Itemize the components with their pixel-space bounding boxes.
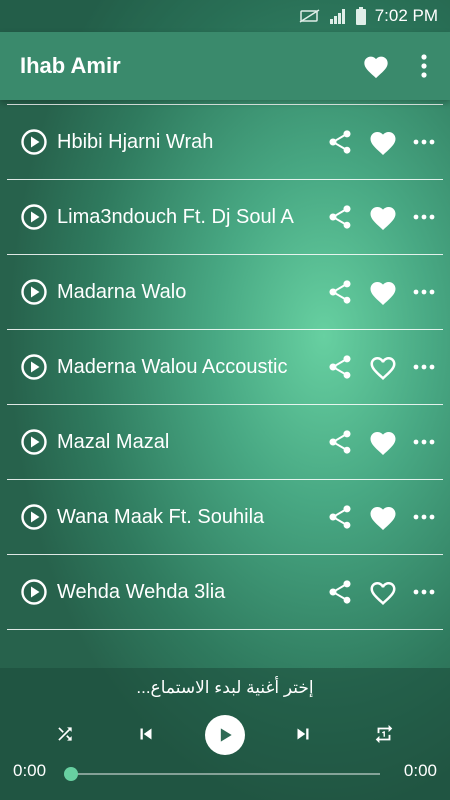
play-circle-icon[interactable] xyxy=(21,279,47,305)
more-horiz-icon[interactable] xyxy=(412,588,436,596)
song-row[interactable]: Wana Maak Ft. Souhila xyxy=(7,480,443,555)
heart-filled-icon[interactable] xyxy=(368,428,398,456)
elapsed-time: 0:00 xyxy=(13,761,47,780)
play-icon xyxy=(220,728,232,742)
app-toolbar: Ihab Amir xyxy=(0,32,450,100)
song-row[interactable]: Hbibi Hjarni Wrah xyxy=(7,105,443,180)
page-title: Ihab Amir xyxy=(20,53,121,78)
song-title: Madarna Walo xyxy=(57,280,187,303)
song-row[interactable]: Wehda Wehda 3lia xyxy=(7,555,443,630)
heart-outline-icon[interactable] xyxy=(368,578,398,606)
more-horiz-icon[interactable] xyxy=(412,363,436,371)
player-prompt: إختر أغنية لبدء الاستماع... xyxy=(136,678,314,697)
song-title: Wana Maak Ft. Souhila xyxy=(57,505,265,528)
song-actions xyxy=(326,330,443,404)
favorites-button[interactable] xyxy=(356,46,396,86)
song-title: Wehda Wehda 3lia xyxy=(57,580,226,603)
seek-bar[interactable] xyxy=(70,773,380,775)
song-actions xyxy=(326,255,443,329)
share-icon[interactable] xyxy=(326,503,354,531)
heart-outline-icon[interactable] xyxy=(368,353,398,381)
share-icon[interactable] xyxy=(326,353,354,381)
signal-icon xyxy=(329,8,347,24)
more-horiz-icon[interactable] xyxy=(412,138,436,146)
repeat-button[interactable] xyxy=(366,716,402,752)
skip-next-icon xyxy=(297,728,309,740)
heart-filled-icon[interactable] xyxy=(368,278,398,306)
play-circle-icon[interactable] xyxy=(21,579,47,605)
song-title: Maderna Walou Accoustic xyxy=(57,355,288,378)
share-icon[interactable] xyxy=(326,578,354,606)
song-title: Hbibi Hjarni Wrah xyxy=(57,130,214,153)
more-horiz-icon[interactable] xyxy=(412,213,436,221)
play-circle-icon[interactable] xyxy=(21,129,47,155)
play-button[interactable] xyxy=(205,715,245,755)
share-icon[interactable] xyxy=(326,428,354,456)
more-horiz-icon[interactable] xyxy=(412,288,436,296)
skip-previous-icon xyxy=(140,728,152,740)
share-icon[interactable] xyxy=(326,203,354,231)
song-row[interactable]: Madarna Walo xyxy=(7,255,443,330)
song-actions xyxy=(326,480,443,554)
song-list[interactable]: CelibataireHbibi Hjarni WrahLima3ndouch … xyxy=(0,68,450,668)
share-icon[interactable] xyxy=(326,278,354,306)
repeat-icon xyxy=(375,724,393,744)
song-title: Mazal Mazal xyxy=(57,430,170,453)
song-actions xyxy=(326,405,443,479)
share-icon[interactable] xyxy=(326,128,354,156)
shuffle-button[interactable] xyxy=(47,716,83,752)
status-time: 7:02 PM xyxy=(374,6,438,25)
song-actions xyxy=(326,555,443,629)
song-actions xyxy=(326,105,443,179)
shuffle-icon xyxy=(58,727,72,741)
more-horiz-icon[interactable] xyxy=(412,513,436,521)
more-horiz-icon[interactable] xyxy=(412,438,436,446)
heart-filled-icon[interactable] xyxy=(368,503,398,531)
song-row[interactable]: Mazal Mazal xyxy=(7,405,443,480)
song-row[interactable]: Lima3ndouch Ft. Dj Soul A xyxy=(7,180,443,255)
play-circle-icon[interactable] xyxy=(21,354,47,380)
mini-player: إختر أغنية لبدء الاستماع... 0:00 0:00 xyxy=(0,668,450,800)
play-circle-icon[interactable] xyxy=(21,204,47,230)
next-button[interactable] xyxy=(285,716,321,752)
sim-off-icon xyxy=(299,8,321,24)
battery-icon xyxy=(355,7,367,25)
heart-filled-icon[interactable] xyxy=(368,128,398,156)
song-title: Lima3ndouch Ft. Dj Soul A xyxy=(57,205,294,228)
seek-thumb[interactable] xyxy=(64,767,78,781)
song-row[interactable]: Maderna Walou Accoustic xyxy=(7,330,443,405)
play-circle-icon[interactable] xyxy=(21,504,47,530)
song-actions xyxy=(326,180,443,254)
total-time: 0:00 xyxy=(403,761,437,780)
more-vert-icon xyxy=(421,54,427,78)
heart-filled-icon[interactable] xyxy=(368,203,398,231)
previous-button[interactable] xyxy=(128,716,164,752)
heart-icon xyxy=(364,56,388,79)
status-bar: 7:02 PM xyxy=(0,0,450,32)
overflow-menu-button[interactable] xyxy=(404,46,444,86)
play-circle-icon[interactable] xyxy=(21,429,47,455)
